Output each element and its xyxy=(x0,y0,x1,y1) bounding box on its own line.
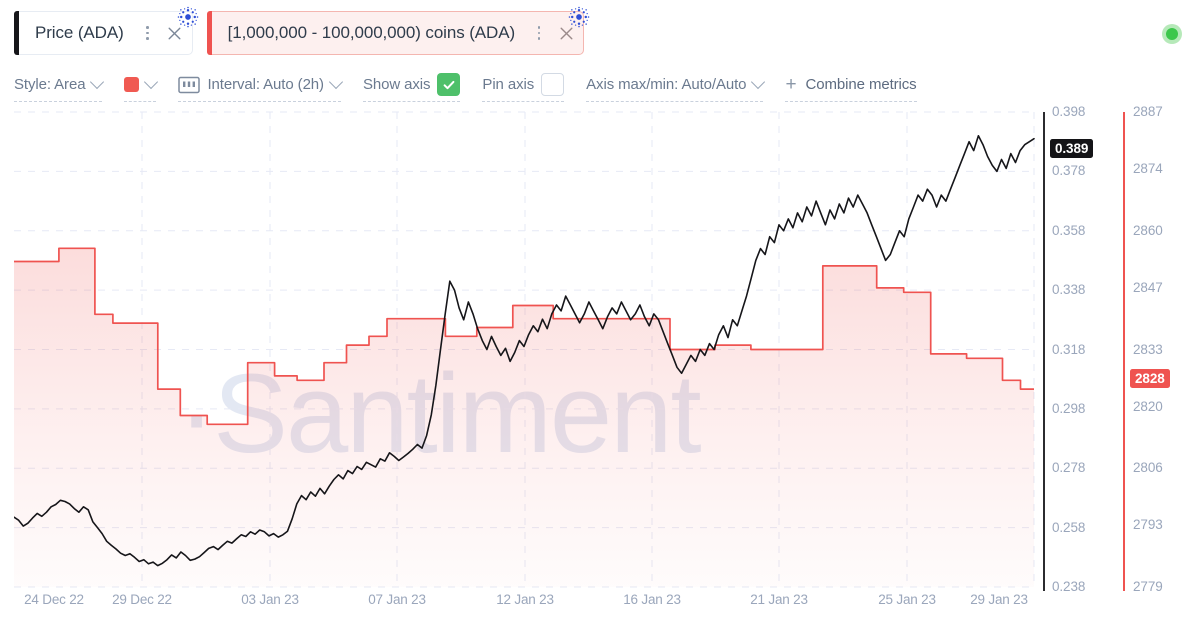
chart-plot-area[interactable] xyxy=(14,108,1035,588)
show-axis-label: Show axis xyxy=(362,76,431,93)
metric-chips-row: Price (ADA) [1,000,000 - 100,000,000) co… xyxy=(14,6,590,56)
pin-axis-checkbox[interactable] xyxy=(541,73,565,96)
combine-metrics-label: Combine metrics xyxy=(805,76,917,93)
coins-tick-label: 2874 xyxy=(1133,161,1163,177)
live-status-dot[interactable] xyxy=(1162,24,1182,44)
price-tick-label: 0.258 xyxy=(1052,519,1086,535)
price-tick-label: 0.398 xyxy=(1052,104,1086,119)
close-icon[interactable] xyxy=(549,11,583,55)
close-icon[interactable] xyxy=(158,11,192,55)
kebab-menu-icon[interactable] xyxy=(138,26,158,40)
plus-icon: + xyxy=(785,74,797,95)
interval-selector-label: Interval: Auto (2h) xyxy=(207,76,324,93)
metric-chip-label-price: Price (ADA) xyxy=(35,23,124,42)
metric-chip-coins[interactable]: [1,000,000 - 100,000,000) coins (ADA) xyxy=(206,6,590,55)
coins-axis-line xyxy=(1123,112,1125,591)
style-selector[interactable]: Style: Area xyxy=(14,71,105,102)
color-selector[interactable] xyxy=(124,71,159,102)
interval-bars-icon xyxy=(178,76,201,93)
chart-x-axis-labels: 24 Dec 22 29 Dec 22 03 Jan 23 07 Jan 23 12 J… xyxy=(0,592,1200,622)
coins-tick-label: 2847 xyxy=(1133,279,1163,295)
x-axis-tick-label: 24 Dec 22 xyxy=(24,592,84,607)
show-axis-checkbox[interactable] xyxy=(437,73,461,96)
x-axis-tick-label: 12 Jan 23 xyxy=(496,592,554,607)
color-swatch xyxy=(124,77,140,92)
axis-minmax-label: Axis max/min: Auto/Auto xyxy=(586,76,747,93)
pin-axis-label: Pin axis xyxy=(482,76,535,93)
x-axis-tick-label: 07 Jan 23 xyxy=(368,592,426,607)
combine-metrics-button[interactable]: + Combine metrics xyxy=(785,71,917,102)
show-axis-toggle[interactable]: Show axis xyxy=(362,71,461,102)
coins-tick-label: 2887 xyxy=(1133,104,1163,119)
price-tick-label: 0.358 xyxy=(1052,222,1086,238)
chevron-down-icon xyxy=(751,74,766,89)
price-tick-label: 0.278 xyxy=(1052,460,1086,476)
kebab-menu-icon[interactable] xyxy=(529,26,549,40)
chart-svg xyxy=(14,111,1035,588)
x-axis-tick-label: 21 Jan 23 xyxy=(750,592,808,607)
x-axis-tick-label: 29 Dec 22 xyxy=(112,592,172,607)
coins-tick-label: 2793 xyxy=(1133,517,1163,533)
chevron-down-icon xyxy=(144,74,159,89)
pin-axis-toggle[interactable]: Pin axis xyxy=(482,71,565,102)
x-axis-tick-label: 16 Jan 23 xyxy=(623,592,681,607)
price-current-value-badge: 0.389 xyxy=(1050,139,1094,158)
price-axis-line xyxy=(1043,112,1045,591)
style-selector-label: Style: Area xyxy=(14,76,86,93)
axis-minmax-selector[interactable]: Axis max/min: Auto/Auto xyxy=(586,71,766,102)
chevron-down-icon xyxy=(90,74,105,89)
price-tick-label: 0.378 xyxy=(1052,163,1086,179)
price-tick-label: 0.338 xyxy=(1052,282,1086,298)
coins-tick-label: 2820 xyxy=(1133,398,1163,414)
checkmark-icon xyxy=(443,80,455,89)
metric-chip-label-coins: [1,000,000 - 100,000,000) coins (ADA) xyxy=(227,23,516,42)
chart-settings-toolbar: Style: Area Interval: Auto (2h) Show axi… xyxy=(14,70,1200,102)
price-tick-label: 0.318 xyxy=(1052,341,1086,357)
x-axis-tick-label: 25 Jan 23 xyxy=(878,592,936,607)
coins-area-fill xyxy=(14,248,1034,588)
chart-container: ·Santiment 0.3980.3780.3580.3380.3180.29… xyxy=(0,104,1200,623)
coins-tick-label: 2806 xyxy=(1133,460,1163,476)
coins-tick-label: 2860 xyxy=(1133,222,1163,238)
metric-chip-price[interactable]: Price (ADA) xyxy=(14,6,198,55)
coins-current-value-badge: 2828 xyxy=(1130,369,1170,388)
interval-selector[interactable]: Interval: Auto (2h) xyxy=(178,71,344,102)
price-tick-label: 0.298 xyxy=(1052,400,1086,416)
x-axis-tick-label: 03 Jan 23 xyxy=(241,592,299,607)
chevron-down-icon xyxy=(328,74,344,89)
coins-tick-label: 2833 xyxy=(1133,341,1163,357)
x-axis-tick-label: 29 Jan 23 xyxy=(970,592,1028,607)
